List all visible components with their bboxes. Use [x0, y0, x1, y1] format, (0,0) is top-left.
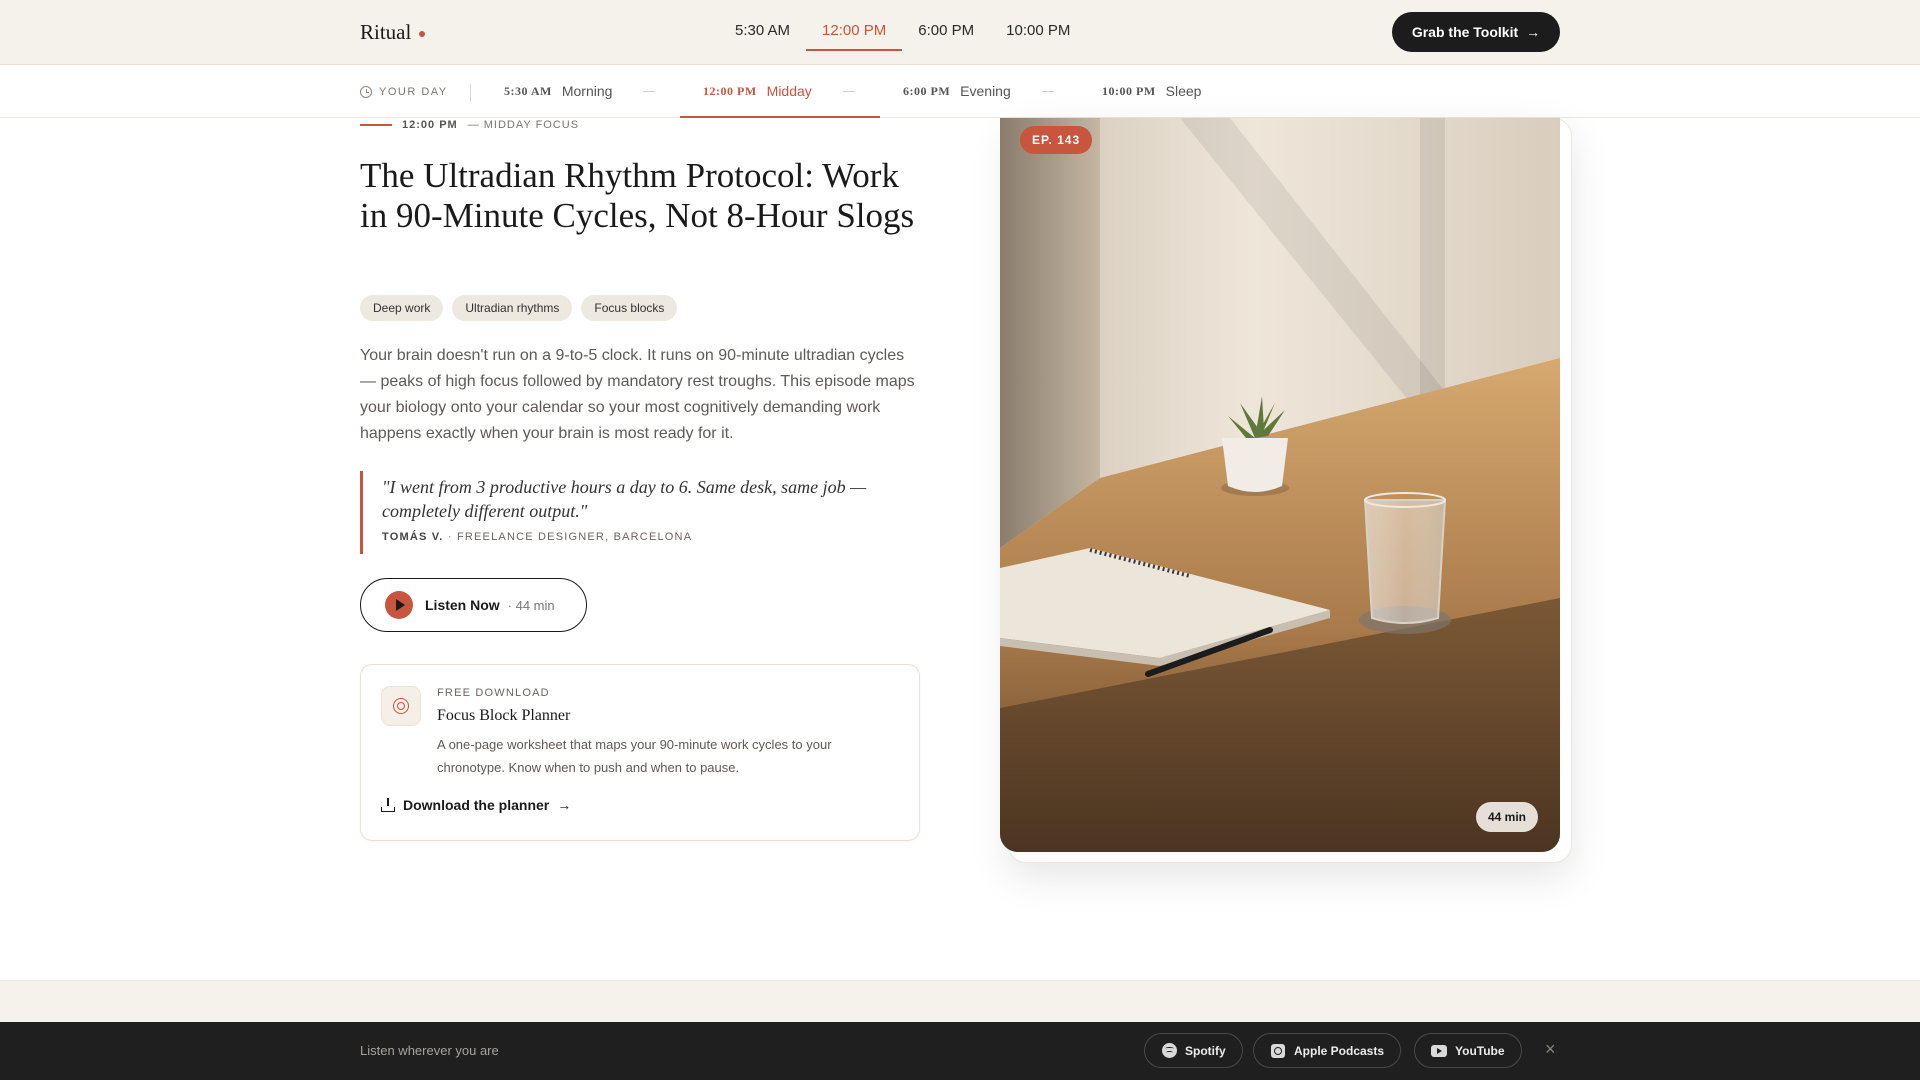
tag-deep-work[interactable]: Deep work — [360, 295, 444, 321]
spotify-button[interactable]: Spotify — [1144, 1033, 1243, 1068]
apple-podcasts-label: Apple Podcasts — [1294, 1043, 1385, 1058]
cta-label: Grab the Toolkit — [1411, 24, 1519, 40]
listen-now-button[interactable]: Listen Now · 44 min — [360, 578, 587, 632]
clock-icon — [360, 86, 372, 98]
quote-attribution: TOMÁS V. · FREELANCE DESIGNER, BARCELONA — [382, 531, 920, 543]
day-item-time: 12:00 PM — [703, 83, 757, 98]
day-item-sleep[interactable]: 10:00 PM Sleep — [1102, 66, 1201, 118]
grab-toolkit-button[interactable]: Grab the Toolkit → — [1392, 12, 1560, 52]
tag-focus-blocks[interactable]: Focus blocks — [581, 295, 678, 321]
youtube-icon — [1431, 1043, 1447, 1059]
day-item-time: 10:00 PM — [1102, 83, 1156, 98]
download-planner-link[interactable]: Download the planner → — [381, 797, 571, 813]
day-timeline: YOUR DAY 5:30 AM Morning 12:00 PM Midday… — [0, 66, 1920, 118]
download-icon — [381, 798, 395, 812]
close-icon[interactable]: × — [1545, 1039, 1556, 1060]
day-item-evening[interactable]: 6:00 PM Evening — [903, 66, 1011, 118]
download-card: FREE DOWNLOAD Focus Block Planner A one-… — [360, 664, 920, 841]
duration-badge: 44 min — [1476, 802, 1539, 832]
kicker-label: — MIDDAY FOCUS — [467, 119, 580, 131]
your-day-label: YOUR DAY — [360, 86, 448, 98]
day-item-midday[interactable]: 12:00 PM Midday — [680, 66, 880, 118]
day-item-label: Evening — [960, 83, 1011, 99]
day-item-time: 6:00 PM — [903, 83, 951, 98]
day-item-label: Morning — [561, 83, 613, 99]
divider — [470, 84, 471, 102]
youtube-label: YouTube — [1455, 1043, 1505, 1058]
spotify-label: Spotify — [1185, 1043, 1226, 1058]
card-kicker: FREE DOWNLOAD — [437, 687, 550, 699]
timeline-dash — [643, 91, 655, 92]
kicker-time: 12:00 PM — [402, 119, 458, 131]
kicker-line — [360, 124, 392, 126]
episode-kicker: 12:00 PM — MIDDAY FOCUS — [360, 119, 579, 131]
episode-badge: EP. 143 — [1020, 126, 1093, 154]
arrow-right-icon: → — [557, 797, 572, 813]
logo-dot — [419, 30, 426, 37]
time-nav: 5:30 AM 12:00 PM 6:00 PM 10:00 PM — [719, 0, 1086, 65]
top-header: Ritual 5:30 AM 12:00 PM 6:00 PM 10:00 PM… — [0, 0, 1920, 65]
day-item-label: Midday — [766, 83, 812, 99]
episode-cover-image — [1000, 118, 1560, 852]
nav-item-evening[interactable]: 6:00 PM — [902, 0, 990, 51]
listen-duration: · 44 min — [507, 597, 555, 613]
apple-podcasts-button[interactable]: Apple Podcasts — [1253, 1033, 1402, 1068]
timeline-dash — [1042, 91, 1054, 92]
tag-ultradian-rhythms[interactable]: Ultradian rhythms — [452, 295, 573, 321]
logo[interactable]: Ritual — [360, 20, 426, 45]
spotify-icon — [1161, 1043, 1177, 1059]
day-item-morning[interactable]: 5:30 AM Morning — [504, 66, 612, 118]
arrow-right-icon: → — [1526, 24, 1541, 40]
quote-role: · FREELANCE DESIGNER, BARCELONA — [447, 531, 693, 543]
footer-band — [0, 980, 1920, 1023]
listen-label: Listen Now — [425, 597, 500, 613]
episode-description: Your brain doesn't run on a 9-to-5 clock… — [360, 347, 915, 442]
quote-name: TOMÁS V. — [382, 531, 444, 543]
testimonial-quote: "I went from 3 productive hours a day to… — [360, 471, 920, 554]
card-description: A one-page worksheet that maps your 90-m… — [437, 737, 832, 775]
podcast-icon — [1270, 1043, 1286, 1059]
nav-item-sleep[interactable]: 10:00 PM — [990, 0, 1086, 51]
nav-item-midday[interactable]: 12:00 PM — [806, 0, 903, 51]
youtube-button[interactable]: YouTube — [1414, 1033, 1522, 1068]
download-link-label: Download the planner — [403, 797, 550, 813]
nav-item-morning[interactable]: 5:30 AM — [719, 0, 806, 51]
episode-title: The Ultradian Rhythm Protocol: Work in 9… — [360, 156, 915, 235]
your-day-text: YOUR DAY — [379, 86, 448, 98]
tag-list: Deep work Ultradian rhythms Focus blocks — [360, 295, 678, 321]
day-item-label: Sleep — [1165, 83, 1202, 99]
quote-text: "I went from 3 productive hours a day to… — [382, 477, 867, 521]
logo-text: Ritual — [360, 20, 412, 44]
target-icon — [381, 686, 421, 726]
play-icon — [385, 591, 413, 619]
listen-bar-label: Listen wherever you are — [360, 1043, 499, 1058]
listen-bar: Listen wherever you are Spotify Apple Po… — [0, 1022, 1920, 1080]
card-title: Focus Block Planner — [437, 707, 571, 724]
timeline-dash — [843, 91, 855, 92]
day-item-time: 5:30 AM — [504, 83, 552, 98]
